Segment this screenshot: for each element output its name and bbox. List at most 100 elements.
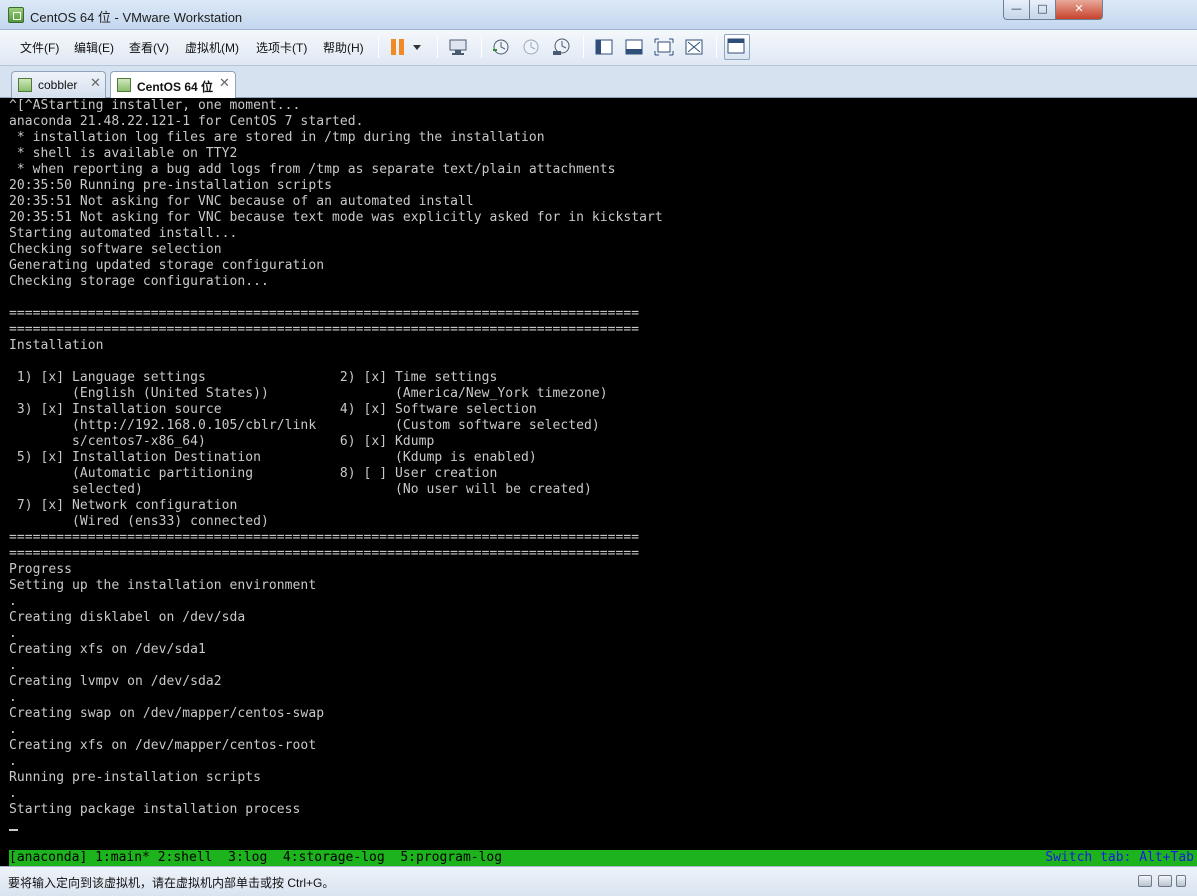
- console-line: 7) [x] Network configuration: [9, 498, 238, 513]
- take-snapshot-button[interactable]: [490, 36, 512, 58]
- console-line: Creating xfs on /dev/mapper/centos-root: [9, 738, 317, 753]
- menu-file[interactable]: 文件(F): [20, 39, 59, 56]
- console-output: ^[^AStarting installer, one moment... ana…: [9, 98, 663, 834]
- close-button[interactable]: ✕: [1055, 0, 1103, 20]
- maximize-icon: □: [1037, 2, 1048, 15]
- fullscreen-button[interactable]: [653, 36, 675, 58]
- status-bar: 要将输入定向到该虚拟机，请在虚拟机内部单击或按 Ctrl+G。: [0, 866, 1197, 896]
- console-line: Creating xfs on /dev/sda1: [9, 642, 206, 657]
- console-line: (http://192.168.0.105/cblr/link (Custom …: [9, 418, 600, 433]
- send-ctrl-alt-del-icon: [449, 39, 467, 55]
- console-line: Installation: [9, 338, 104, 353]
- menu-edit[interactable]: 编辑(E): [74, 39, 114, 56]
- sound-icon[interactable]: [1176, 875, 1186, 887]
- close-icon[interactable]: ✕: [90, 76, 101, 91]
- console-line: .: [9, 722, 17, 737]
- snapshot-manager-icon: [553, 38, 570, 55]
- menu-vm[interactable]: 虚拟机(M): [185, 39, 239, 56]
- console-line: Running pre-installation scripts: [9, 770, 262, 785]
- vm-icon: [18, 78, 32, 92]
- console-line: .: [9, 626, 17, 641]
- network-icon[interactable]: [1138, 875, 1152, 887]
- tab-bar: cobbler ✕ CentOS 64 位 ✕: [0, 66, 1197, 99]
- vm-console[interactable]: ^[^AStarting installer, one moment... ana…: [0, 98, 1197, 866]
- menu-tabs[interactable]: 选项卡(T): [256, 39, 307, 56]
- console-line: 1) [x] Language settings 2) [x] Time set…: [9, 370, 498, 385]
- text-cursor: [9, 829, 18, 831]
- console-line: 5) [x] Installation Destination (Kdump i…: [9, 450, 537, 465]
- revert-snapshot-button[interactable]: [520, 36, 542, 58]
- send-ctrl-alt-del-button[interactable]: [447, 36, 469, 58]
- console-line: (Wired (ens33) connected): [9, 514, 269, 529]
- menu-help[interactable]: 帮助(H): [323, 39, 364, 56]
- console-line: .: [9, 786, 17, 801]
- console-line: * installation log files are stored in /…: [9, 130, 545, 145]
- console-line: s/centos7-x86_64) 6) [x] Kdump: [9, 434, 435, 449]
- usb-icon[interactable]: [1158, 875, 1172, 887]
- snapshot-manager-button[interactable]: [550, 36, 572, 58]
- toolbar-separator: [378, 36, 379, 58]
- console-line: 20:35:50 Running pre-installation script…: [9, 178, 332, 193]
- console-line: ========================================…: [9, 322, 640, 337]
- console-line: Starting package installation process: [9, 802, 301, 817]
- thumbnail-icon: [625, 39, 643, 55]
- vm-icon: [117, 78, 131, 92]
- console-line: Starting automated install...: [9, 226, 238, 241]
- console-line: ========================================…: [9, 546, 640, 561]
- toolbar-separator: [583, 36, 584, 58]
- fullscreen-icon: [654, 38, 674, 56]
- console-line: 20:35:51 Not asking for VNC because text…: [9, 210, 663, 225]
- close-icon[interactable]: ✕: [219, 76, 230, 91]
- dropdown-icon: [413, 45, 421, 50]
- snapshot-take-icon: [493, 39, 509, 55]
- console-cursor-line: [9, 818, 663, 834]
- console-line: Setting up the installation environment: [9, 578, 317, 593]
- toolbar-separator: [716, 36, 717, 58]
- console-line: .: [9, 594, 17, 609]
- console-line: ========================================…: [9, 306, 640, 321]
- tab-cobbler[interactable]: cobbler ✕: [11, 71, 106, 98]
- minimize-icon: —: [1011, 2, 1022, 15]
- console-line: Checking software selection: [9, 242, 222, 257]
- show-thumbnail-button[interactable]: [623, 36, 645, 58]
- console-line: Creating disklabel on /dev/sda: [9, 610, 246, 625]
- console-line: .: [9, 658, 17, 673]
- console-line: selected) (No user will be created): [9, 482, 592, 497]
- minimize-button[interactable]: —: [1003, 0, 1030, 20]
- console-line: 3) [x] Installation source 4) [x] Softwa…: [9, 402, 537, 417]
- snapshot-revert-icon: [523, 39, 539, 55]
- console-view-button[interactable]: [724, 34, 750, 60]
- toolbar-separator: [437, 36, 438, 58]
- switch-tab-hint: Switch tab: Alt+Tab: [1045, 850, 1194, 865]
- tab-label: CentOS 64 位: [137, 80, 214, 94]
- console-line: (Automatic partitioning 8) [ ] User crea…: [9, 466, 498, 481]
- menu-view[interactable]: 查看(V): [129, 39, 169, 56]
- console-view-icon: [727, 38, 745, 54]
- title-bar: CentOS 64 位 - VMware Workstation — □ ✕: [0, 0, 1197, 30]
- console-line: 20:35:51 Not asking for VNC because of a…: [9, 194, 474, 209]
- unity-icon: [685, 39, 703, 55]
- console-line: ^[^AStarting installer, one moment...: [9, 98, 301, 113]
- console-line: Progress: [9, 562, 73, 577]
- console-line: .: [9, 690, 17, 705]
- pause-button[interactable]: [387, 36, 409, 58]
- unity-button[interactable]: [683, 36, 705, 58]
- console-line: * shell is available on TTY2: [9, 146, 238, 161]
- show-library-button[interactable]: [593, 36, 615, 58]
- maximize-button[interactable]: □: [1029, 0, 1056, 20]
- menu-toolbar: 文件(F) 编辑(E) 查看(V) 虚拟机(M) 选项卡(T) 帮助(H): [0, 30, 1197, 66]
- status-message: 要将输入定向到该虚拟机，请在虚拟机内部单击或按 Ctrl+G。: [8, 876, 335, 890]
- tab-centos[interactable]: CentOS 64 位 ✕: [110, 71, 236, 99]
- console-line: ========================================…: [9, 530, 640, 545]
- console-line: Generating updated storage configuration: [9, 258, 325, 273]
- console-line: anaconda 21.48.22.121-1 for CentOS 7 sta…: [9, 114, 364, 129]
- anaconda-window-list: [anaconda] 1:main* 2:shell 3:log 4:stora…: [9, 850, 503, 865]
- console-line: .: [9, 754, 17, 769]
- vmware-app-icon: [8, 7, 24, 23]
- tmux-status-line: [anaconda] 1:main* 2:shell 3:log 4:stora…: [9, 850, 1197, 866]
- pause-icon: [391, 39, 404, 55]
- power-dropdown[interactable]: [410, 36, 424, 58]
- console-line: Creating swap on /dev/mapper/centos-swap: [9, 706, 325, 721]
